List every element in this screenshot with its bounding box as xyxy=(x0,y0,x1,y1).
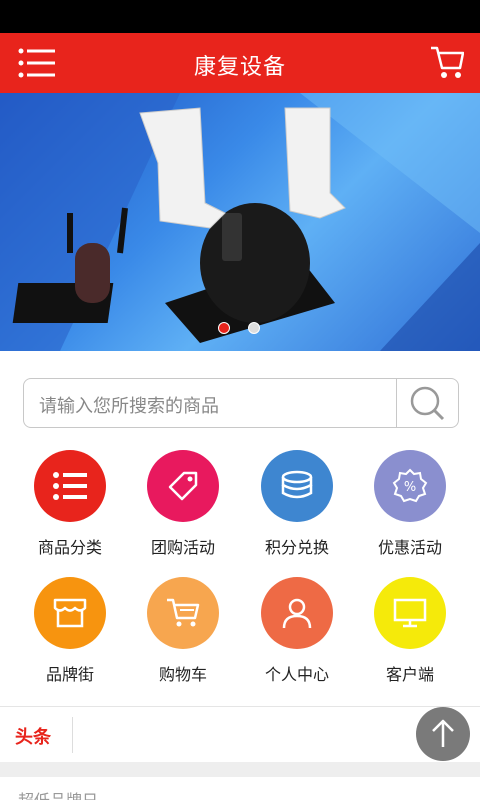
page-title: 康复设备 xyxy=(193,55,286,80)
grid-item-label: 积分兑换 xyxy=(264,538,329,557)
grid-item-label: 优惠活动 xyxy=(377,538,442,557)
grid-item-brand-street[interactable]: 品牌街 xyxy=(10,577,130,685)
grid-item-personal-center[interactable]: 个人中心 xyxy=(237,577,357,685)
status-bar xyxy=(0,0,480,33)
section-title: 超低品牌日 xyxy=(18,787,98,800)
list-icon xyxy=(53,472,87,500)
divider xyxy=(72,717,73,753)
grid-item-label: 商品分类 xyxy=(37,538,102,557)
search-icon xyxy=(410,386,445,421)
search-bar: 请输入您所搜索的商品 xyxy=(23,378,459,428)
section-gap xyxy=(0,762,480,777)
arrow-up-icon xyxy=(432,719,454,747)
grid-item-points[interactable]: 积分兑换 xyxy=(237,450,357,558)
grid-item-label: 团购活动 xyxy=(150,538,215,557)
coins-icon xyxy=(281,470,313,499)
shop-icon xyxy=(53,598,87,628)
grid-item-label: 购物车 xyxy=(158,665,207,684)
tag-icon xyxy=(168,471,198,501)
search-button[interactable] xyxy=(396,379,458,427)
grid-item-label: 客户端 xyxy=(385,665,434,684)
svg-text:%: % xyxy=(404,480,416,495)
grid-item-discount[interactable]: % 优惠活动 xyxy=(350,450,470,558)
banner-image xyxy=(0,93,480,351)
grid-item-category[interactable]: 商品分类 xyxy=(10,450,130,558)
headline-bar[interactable]: 头条 xyxy=(0,706,480,762)
grid-item-group-buy[interactable]: 团购活动 xyxy=(123,450,243,558)
back-to-top-button[interactable] xyxy=(416,707,470,761)
cart-icon xyxy=(167,598,200,627)
monitor-icon xyxy=(393,598,427,628)
carousel-indicator xyxy=(218,322,260,334)
product-section-header: 超低品牌日 xyxy=(0,777,480,800)
grid-item-client[interactable]: 客户端 xyxy=(350,577,470,685)
carousel-dot[interactable] xyxy=(248,322,260,334)
app-header: 康复设备 xyxy=(0,33,480,93)
grid-item-label: 品牌街 xyxy=(45,665,94,684)
cart-icon[interactable] xyxy=(430,44,464,80)
headline-tag: 头条 xyxy=(15,727,51,748)
search-input[interactable]: 请输入您所搜索的商品 xyxy=(39,392,219,418)
carousel-dot-active[interactable] xyxy=(218,322,230,334)
grid-item-label: 个人中心 xyxy=(264,665,329,684)
percent-badge-icon: % xyxy=(392,468,428,503)
banner-carousel[interactable] xyxy=(0,93,480,351)
user-icon xyxy=(282,598,312,629)
grid-item-shopping-cart[interactable]: 购物车 xyxy=(123,577,243,685)
